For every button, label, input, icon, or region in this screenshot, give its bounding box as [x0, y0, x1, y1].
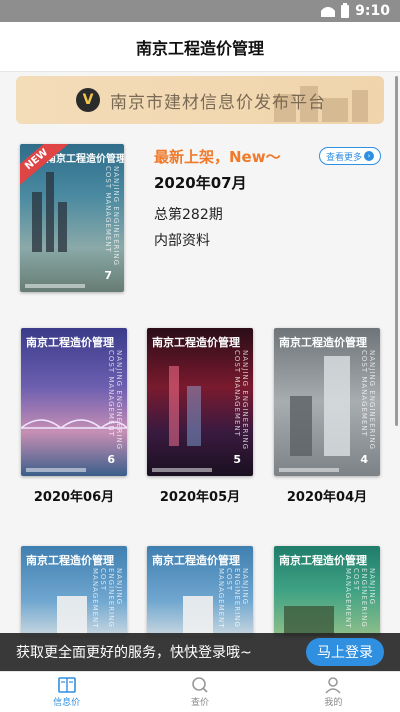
view-more-label: 查看更多: [325, 152, 362, 163]
cover-title: 南京工程造价管理: [152, 336, 240, 349]
wifi-icon: [321, 5, 335, 17]
platform-banner[interactable]: V 南京市建材信息价发布平台: [16, 76, 384, 124]
v-badge-icon: V: [76, 88, 100, 112]
issue-cover-2020-05[interactable]: 南京工程造价管理 NANJING ENGINEERING COST MANAGE…: [147, 328, 253, 476]
user-icon: [325, 677, 341, 694]
issue-caption: 2020年04月: [286, 490, 368, 505]
tab-price-check[interactable]: 查价: [133, 672, 266, 712]
scrollbar[interactable]: [395, 76, 398, 426]
cover-title: 南京工程造价管理: [26, 554, 114, 567]
status-icons: 9:10: [321, 2, 390, 19]
cover-vertical-text: NANJING ENGINEERING COST MANAGEMENT: [91, 568, 123, 629]
app-header: 南京工程造价管理: [0, 22, 400, 72]
login-prompt-bar: 获取更全面更好的服务，快快登录哦~ 马上登录: [0, 633, 400, 671]
issue-caption: 2020年05月: [159, 490, 241, 505]
building-image: [57, 596, 87, 636]
cover-title: 南京工程造价管理: [279, 336, 367, 349]
featured-issue-date: 2020年07月: [154, 174, 247, 192]
featured-issue-number: 总第282期: [154, 207, 223, 223]
cover-vertical-text: NANJING ENGINEERING COST MANAGEMENT: [217, 568, 249, 629]
cover-footer: [26, 468, 86, 472]
cover-issue-number: 4: [360, 453, 368, 466]
building-image: [290, 396, 312, 456]
cover-title: 南京工程造价管理: [26, 336, 114, 349]
cover-issue-number: 5: [233, 453, 241, 466]
issue-caption: 2020年06月: [33, 490, 115, 505]
building-image: [46, 172, 54, 252]
building-image: [32, 192, 42, 252]
tab-label: 我的: [324, 698, 343, 708]
bottom-nav: 信息价 查价 我的: [0, 671, 400, 712]
building-image: [169, 366, 179, 446]
cover-footer: [279, 468, 339, 472]
cover-title: 南京工程造价管理: [279, 554, 367, 567]
view-more-button[interactable]: 查看更多 ›: [319, 147, 381, 165]
issue-cover[interactable]: 南京工程造价管理 NANJING ENGINEERING COST MANAGE…: [21, 546, 127, 636]
tab-profile[interactable]: 我的: [267, 672, 400, 712]
login-prompt-text: 获取更全面更好的服务，快快登录哦~: [16, 645, 252, 661]
issue-cover[interactable]: 南京工程造价管理 NANJING ENGINEERING COST MANAGE…: [147, 546, 253, 636]
battery-icon: [341, 2, 350, 18]
cover-vertical-text: NANJING ENGINEERING COST MANAGEMENT: [344, 568, 376, 629]
page-title: 南京工程造价管理: [135, 38, 264, 58]
search-icon: [192, 677, 208, 693]
issue-cover[interactable]: 南京工程造价管理 NANJING ENGINEERING COST MANAGE…: [274, 546, 380, 636]
status-time: 9:10: [355, 3, 390, 19]
status-bar: 9:10: [0, 0, 400, 22]
bridge-image: [21, 419, 127, 429]
tab-info-price[interactable]: 信息价: [0, 672, 133, 712]
building-image: [187, 386, 201, 446]
issue-cover-2020-06[interactable]: 南京工程造价管理 NANJING ENGINEERING COST MANAGE…: [21, 328, 127, 476]
chevron-right-icon: ›: [364, 151, 374, 161]
cover-issue-number: 7: [104, 269, 112, 282]
featured-cover[interactable]: 南京工程造价管理 NANJING ENGINEERING COST MANAGE…: [20, 144, 124, 292]
tab-label: 查价: [190, 698, 209, 708]
issue-cover-2020-04[interactable]: 南京工程造价管理 NANJING ENGINEERING COST MANAGE…: [274, 328, 380, 476]
building-image: [183, 596, 213, 636]
featured-internal-label: 内部资料: [154, 233, 210, 249]
building-decoration-icon: [274, 86, 368, 122]
cover-title: 南京工程造价管理: [152, 554, 240, 567]
building-image: [324, 356, 350, 456]
featured-headline: 最新上架，New～: [154, 148, 281, 166]
book-icon: [57, 677, 76, 693]
cover-footer: [152, 468, 212, 472]
login-button[interactable]: 马上登录: [306, 638, 384, 666]
cover-issue-number: 6: [107, 453, 115, 466]
cover-footer: [25, 284, 85, 288]
building-image: [284, 606, 334, 636]
building-image: [58, 202, 67, 252]
tab-label: 信息价: [53, 698, 81, 708]
